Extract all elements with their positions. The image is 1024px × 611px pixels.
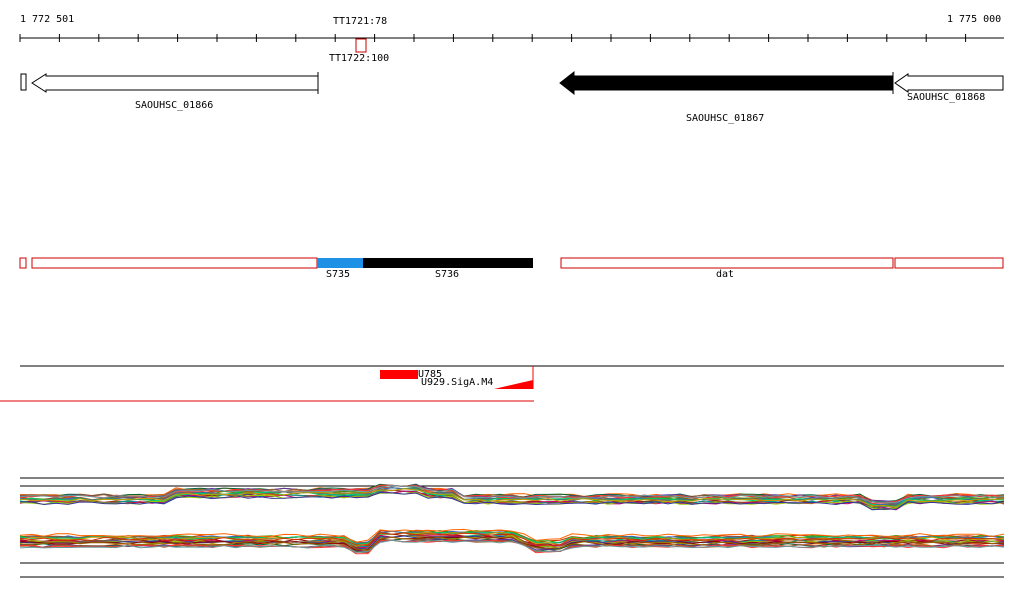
ruler-end-label: 1 775 000: [947, 14, 1002, 25]
profile-lines-lower: [19, 528, 1005, 555]
segment-label-s736[interactable]: S736: [435, 269, 459, 280]
segment-track: [19, 257, 1004, 269]
gene-saouhsc-01867[interactable]: [559, 70, 894, 96]
feature-siga-wedge[interactable]: [494, 380, 533, 389]
feature-track: [0, 365, 1004, 402]
segment-s736[interactable]: [363, 258, 533, 268]
segment-label-dat[interactable]: dat: [716, 269, 734, 280]
feature-label-siga[interactable]: U929.SigA.M4: [421, 377, 493, 388]
coordinate-ruler: [19, 34, 1004, 53]
expression-profiles: [19, 477, 1005, 578]
profile-lines-upper: [19, 483, 1005, 511]
genome-browser-view: [0, 34, 1005, 578]
gene-label-01867[interactable]: SAOUHSC_01867: [686, 113, 764, 124]
terminator-marker[interactable]: [355, 38, 367, 53]
gene-label-01866[interactable]: SAOUHSC_01866: [135, 100, 213, 111]
segment-small[interactable]: [19, 257, 27, 269]
ruler-start-label: 1 772 501: [20, 14, 75, 25]
segment-s735[interactable]: [317, 258, 363, 268]
terminator-top-label[interactable]: TT1721:78: [333, 16, 387, 27]
gene-saouhsc-01866[interactable]: [20, 72, 319, 94]
gene-label-01868[interactable]: SAOUHSC_01868: [907, 92, 985, 103]
segment-dat[interactable]: [560, 257, 894, 269]
terminator-bottom-label[interactable]: TT1722:100: [329, 53, 389, 64]
feature-u785[interactable]: [380, 370, 418, 379]
gene-saouhsc-01868[interactable]: [894, 73, 1004, 93]
segment-right[interactable]: [894, 257, 1004, 269]
segment-left[interactable]: [31, 257, 318, 269]
gene-track: [20, 70, 1004, 96]
segment-label-s735[interactable]: S735: [326, 269, 350, 280]
